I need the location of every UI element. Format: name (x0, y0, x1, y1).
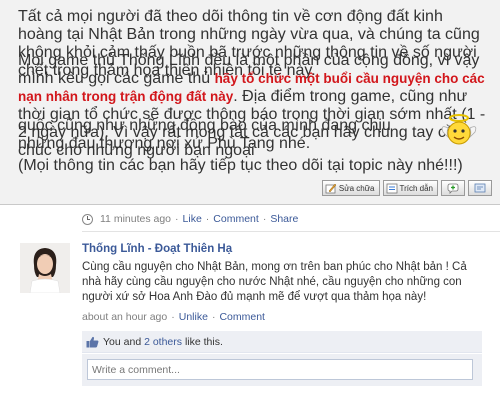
comment-link[interactable]: Comment (213, 213, 259, 225)
multi-quote-button[interactable] (441, 180, 465, 196)
separator-dot: · (205, 213, 210, 225)
unlike-link[interactable]: Unlike (179, 311, 208, 323)
forum-post-panel: Tất cả mọi người đã theo dõi thông tin v… (0, 0, 500, 205)
separator-dot: · (262, 213, 267, 225)
clock-icon (82, 213, 93, 225)
edit-button-label: Sửa chữa (338, 183, 375, 193)
forum-paragraph-3-text: quốc cũng như những đồng bào của mình đa… (18, 117, 391, 152)
separator-dot: · (175, 213, 179, 225)
like-link[interactable]: Like (183, 213, 202, 225)
multi-quote-plus-icon (447, 183, 459, 194)
quick-reply-button[interactable] (468, 180, 492, 196)
comment-reply-link[interactable]: Comment (219, 311, 265, 323)
forum-post-actions: Sửa chữa Trích dẫn (321, 180, 492, 196)
likes-suffix: like this. (182, 335, 223, 348)
edit-button[interactable]: Sửa chữa (321, 180, 380, 196)
divider (82, 231, 500, 232)
quote-button[interactable]: Trích dẫn (382, 180, 438, 196)
avatar[interactable] (20, 243, 70, 293)
quote-icon (386, 183, 397, 193)
likes-summary: You and 2 others like this. (82, 331, 482, 353)
quote-button-label: Trích dẫn (399, 183, 434, 193)
comment-text: Cùng cầu nguyện cho Nhật Bản, mong ơn tr… (82, 261, 467, 303)
forum-paragraph-3: quốc cũng như những đồng bào của mình đa… (18, 117, 438, 153)
likes-text: You and 2 others like this. (103, 336, 223, 348)
likes-prefix: You and (103, 335, 145, 348)
post-meta-bar: 11 minutes ago · Like · Comment · Share (82, 213, 298, 225)
comment-meta-bar: about an hour ago · Unlike · Comment (82, 311, 265, 323)
separator-dot: · (171, 311, 175, 323)
forum-paragraph-4: (Mọi thông tin các bạn hãy tiếp tục theo… (18, 157, 488, 175)
thumbs-up-icon (86, 336, 99, 347)
forum-paragraph-4-text: (Mọi thông tin các bạn hãy tiếp tục theo… (18, 157, 463, 174)
pencil-icon (325, 183, 337, 193)
post-timestamp[interactable]: 11 minutes ago (100, 213, 171, 225)
comment-author-link[interactable]: Thống Lĩnh - Đoạt Thiên Hạ (82, 243, 232, 255)
comment-timestamp[interactable]: about an hour ago (82, 311, 167, 323)
reply-icon (474, 183, 486, 192)
share-link[interactable]: Share (270, 213, 298, 225)
comment-input[interactable] (87, 359, 473, 380)
angel-emoticon-icon (441, 114, 477, 145)
likes-others-link[interactable]: 2 others (144, 336, 182, 348)
separator-dot: · (211, 311, 216, 323)
write-comment-box (82, 354, 482, 386)
